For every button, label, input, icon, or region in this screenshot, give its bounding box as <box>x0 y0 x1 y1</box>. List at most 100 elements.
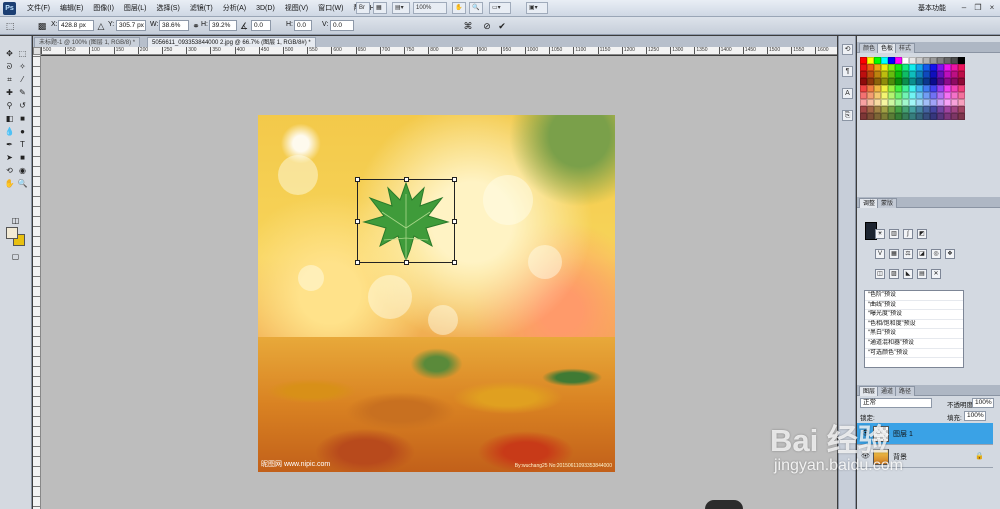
color-swatch[interactable] <box>881 78 888 85</box>
menu-file[interactable]: 文件(F) <box>22 3 55 14</box>
color-swatch[interactable] <box>902 106 909 113</box>
tab-layers[interactable]: 图层 <box>859 386 880 396</box>
menu-analysis[interactable]: 分析(A) <box>218 3 251 14</box>
color-swatch[interactable] <box>923 92 930 99</box>
color-swatch[interactable] <box>895 85 902 92</box>
color-swatch[interactable] <box>930 92 937 99</box>
color-swatch[interactable] <box>860 57 867 64</box>
tab-active-document[interactable]: 5056611_093353844000 2.jpg @ 66.7% (图层 1… <box>147 37 316 47</box>
color-swatch[interactable] <box>937 106 944 113</box>
color-swatch[interactable] <box>902 71 909 78</box>
color-swatch[interactable] <box>944 99 951 106</box>
color-swatch[interactable] <box>916 99 923 106</box>
zoom-tool-icon[interactable]: 🔍 <box>469 2 483 14</box>
color-swatch[interactable] <box>867 92 874 99</box>
color-swatch[interactable] <box>874 57 881 64</box>
width-field[interactable]: 38.6% <box>159 20 189 31</box>
tool-preset-icon[interactable]: ⬚ <box>4 20 16 32</box>
workspace-switcher[interactable]: 基本功能 <box>918 3 946 13</box>
color-swatch[interactable] <box>958 57 965 64</box>
minimize-icon[interactable]: – <box>958 2 970 14</box>
restore-icon[interactable]: ❐ <box>972 2 984 14</box>
color-swatch[interactable] <box>860 85 867 92</box>
color-swatch[interactable] <box>958 92 965 99</box>
tab-channels[interactable]: 通道 <box>877 386 898 396</box>
color-swatch[interactable] <box>902 99 909 106</box>
color-swatch[interactable] <box>951 57 958 64</box>
color-swatch[interactable] <box>874 99 881 106</box>
transform-handle[interactable] <box>404 260 409 265</box>
color-swatch[interactable] <box>923 78 930 85</box>
color-swatch[interactable] <box>895 57 902 64</box>
color-swatch[interactable] <box>951 92 958 99</box>
color-swatch[interactable] <box>895 113 902 120</box>
color-swatch[interactable] <box>930 85 937 92</box>
color-swatch[interactable] <box>888 64 895 71</box>
tab-color[interactable]: 颜色 <box>859 43 880 53</box>
color-swatch[interactable] <box>909 78 916 85</box>
pen-tool-icon[interactable]: ✒ <box>4 139 15 150</box>
color-swatch[interactable] <box>888 85 895 92</box>
color-swatch[interactable] <box>902 113 909 120</box>
transform-handle[interactable] <box>355 260 360 265</box>
color-swatch[interactable] <box>888 113 895 120</box>
preset-black-white[interactable]: “黑白”预设 <box>865 329 963 339</box>
curves-icon[interactable]: ∫ <box>903 229 913 239</box>
preset-levels[interactable]: “色阶”预设 <box>865 291 963 301</box>
preset-selective-color[interactable]: “可选颜色”预设 <box>865 349 963 359</box>
color-swatch[interactable] <box>930 113 937 120</box>
color-swatch[interactable] <box>909 113 916 120</box>
color-swatch[interactable] <box>958 106 965 113</box>
foreground-color-swatch[interactable] <box>6 227 18 239</box>
color-swatch[interactable] <box>881 99 888 106</box>
color-swatch[interactable] <box>888 92 895 99</box>
color-swatch[interactable] <box>958 78 965 85</box>
color-swatch[interactable] <box>944 64 951 71</box>
warp-mode-icon[interactable]: ⌘ <box>462 20 474 32</box>
color-swatch[interactable] <box>958 85 965 92</box>
color-swatch[interactable] <box>923 85 930 92</box>
menu-layer[interactable]: 图层(L) <box>119 3 152 14</box>
color-swatch[interactable] <box>944 85 951 92</box>
arrange-documents-button[interactable]: ▭▾ <box>489 2 511 14</box>
color-swatch[interactable] <box>909 85 916 92</box>
color-swatch[interactable] <box>874 85 881 92</box>
transform-handle[interactable] <box>404 177 409 182</box>
hand-icon[interactable]: ✋ <box>4 178 15 189</box>
color-swatch[interactable] <box>867 106 874 113</box>
color-swatch[interactable] <box>951 113 958 120</box>
hand-tool-icon[interactable]: ✋ <box>452 2 466 14</box>
color-swatch[interactable] <box>881 85 888 92</box>
color-swatch[interactable] <box>867 64 874 71</box>
color-swatch[interactable] <box>951 85 958 92</box>
tab-adjustments[interactable]: 调整 <box>859 198 880 208</box>
color-swatch[interactable] <box>930 71 937 78</box>
color-swatch[interactable] <box>923 71 930 78</box>
color-swatch[interactable] <box>930 64 937 71</box>
color-swatch[interactable] <box>916 64 923 71</box>
color-swatch[interactable] <box>909 57 916 64</box>
color-swatch[interactable] <box>958 113 965 120</box>
selective-color-icon[interactable]: ✕ <box>931 269 941 279</box>
color-swatch[interactable] <box>867 71 874 78</box>
color-swatch[interactable] <box>916 106 923 113</box>
ruler-origin[interactable] <box>33 47 41 55</box>
gradient-map-icon[interactable]: ▤ <box>917 269 927 279</box>
shape-tool-icon[interactable]: ■ <box>17 152 28 163</box>
hue-saturation-icon[interactable]: ▦ <box>889 249 899 259</box>
color-swatch[interactable] <box>909 106 916 113</box>
gradient-tool-icon[interactable]: ■ <box>17 113 28 124</box>
zoom-icon[interactable]: 🔍 <box>17 178 28 189</box>
color-swatch[interactable] <box>944 78 951 85</box>
color-swatch[interactable] <box>895 71 902 78</box>
vibrance-icon[interactable]: V <box>875 249 885 259</box>
color-swatch[interactable] <box>881 57 888 64</box>
posterize-icon[interactable]: ▨ <box>889 269 899 279</box>
color-swatch[interactable] <box>923 106 930 113</box>
brush-tool-icon[interactable]: ✎ <box>17 87 28 98</box>
color-balance-icon[interactable]: ⚖ <box>903 249 913 259</box>
color-swatch[interactable] <box>951 64 958 71</box>
menu-edit[interactable]: 编辑(E) <box>55 3 88 14</box>
color-swatch[interactable] <box>902 92 909 99</box>
photo-filter-icon[interactable]: ◎ <box>931 249 941 259</box>
